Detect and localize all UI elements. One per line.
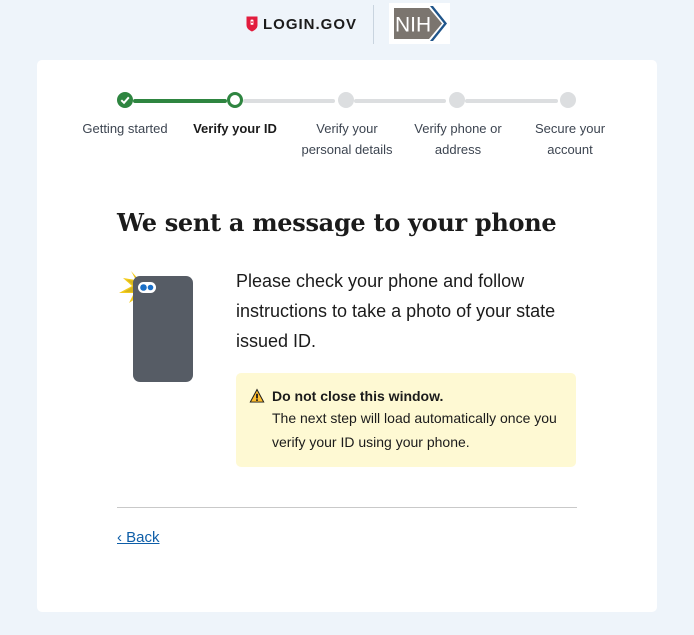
- step-indicator: Getting started Verify your ID Verify yo…: [37, 60, 657, 170]
- main-card: Getting started Verify your ID Verify yo…: [37, 60, 657, 612]
- instructions-text: Please check your phone and follow instr…: [236, 271, 556, 351]
- step-label-personal-details: Verify your personal details: [287, 118, 407, 160]
- step-label-line: personal details: [301, 142, 393, 157]
- shield-icon: [246, 16, 258, 32]
- step-connector-pending: [465, 98, 558, 103]
- alert-body: The next step will load automatically on…: [272, 410, 557, 450]
- page-title: We sent a message to your phone: [117, 208, 557, 237]
- step-connector-pending: [354, 98, 446, 103]
- step-connector-pending: [243, 98, 335, 103]
- site-header: LOGIN.GOV NIH: [0, 0, 694, 48]
- phone-with-flash-icon: [119, 271, 193, 382]
- step-4-pending-marker: [449, 92, 465, 108]
- step-label-getting-started: Getting started: [65, 118, 185, 139]
- logo-divider: [373, 5, 374, 44]
- step-5-pending-marker: [560, 92, 576, 108]
- warning-icon: [249, 388, 265, 403]
- step-1-complete-marker: [117, 92, 133, 108]
- step-label-phone-address: Verify phone or address: [398, 118, 518, 160]
- step-label-line: address: [434, 142, 482, 157]
- login-gov-wordmark: LOGIN.GOV: [263, 15, 358, 33]
- alert-heading: Do not close this window.: [272, 388, 444, 404]
- step-2-current-marker: [227, 92, 243, 108]
- step-label-verify-id: Verify your ID: [175, 118, 295, 139]
- step-label-line: Verify phone or: [414, 121, 502, 136]
- back-link[interactable]: ‹ Back: [117, 527, 160, 549]
- step-label-line: account: [547, 142, 593, 157]
- nih-logo: NIH: [389, 3, 450, 44]
- step-3-pending-marker: [338, 92, 354, 108]
- step-label-line: Getting started: [82, 121, 168, 136]
- nih-logo-text: NIH: [395, 14, 431, 37]
- step-label-line: Verify your ID: [193, 121, 277, 136]
- warning-alert: Do not close this window. The next step …: [236, 373, 576, 467]
- step-connector-complete: [133, 98, 227, 103]
- step-label-line: Verify your: [316, 121, 378, 136]
- login-gov-logo: LOGIN.GOV: [246, 14, 357, 34]
- step-label-secure-account: Secure your account: [510, 118, 630, 160]
- section-divider: [117, 507, 577, 508]
- checkmark-icon: [120, 96, 130, 105]
- step-label-line: Secure your: [534, 121, 606, 136]
